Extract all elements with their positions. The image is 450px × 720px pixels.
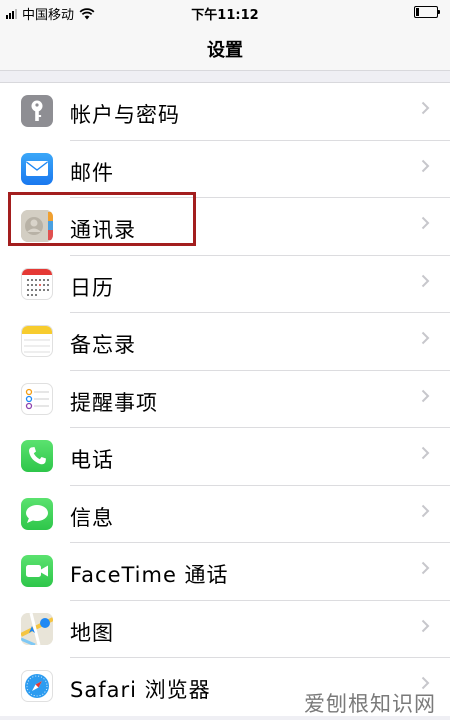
chevron-right-icon <box>421 159 430 172</box>
reminders-icon <box>21 382 53 415</box>
settings-row-label: 电话 <box>70 448 114 472</box>
chevron-right-icon <box>421 101 430 115</box>
settings-row-notes[interactable]: 备忘录 <box>0 313 450 371</box>
settings-row-label: 邮件 <box>70 160 114 185</box>
settings-row-label: Safari 浏览器 <box>70 678 211 702</box>
settings-row-reminders[interactable]: 提醒事项 <box>0 371 450 428</box>
maps-icon <box>21 612 53 645</box>
safari-icon <box>21 670 53 702</box>
facetime-icon <box>21 555 53 587</box>
key-icon <box>21 95 53 127</box>
settings-row-label: 提醒事项 <box>70 390 158 415</box>
settings-row-messages[interactable]: 信息 <box>0 486 450 543</box>
settings-row-label: FaceTime 通话 <box>70 563 229 587</box>
settings-row-mail[interactable]: 邮件 <box>0 141 450 198</box>
settings-row-calendar[interactable]: 日历 <box>0 256 450 313</box>
settings-row-label: 地图 <box>70 620 114 645</box>
chevron-right-icon <box>421 504 430 517</box>
calendar-icon <box>21 267 53 300</box>
phone-icon <box>21 440 53 472</box>
watermark-text: 爱刨根知识网 <box>304 692 436 716</box>
chevron-right-icon <box>421 331 430 345</box>
chevron-right-icon <box>421 216 430 230</box>
battery-icon <box>414 6 440 18</box>
chevron-right-icon <box>421 619 430 632</box>
mail-icon <box>21 152 53 185</box>
settings-row-phone[interactable]: 电话 <box>0 428 450 486</box>
status-time: 下午11:12 <box>191 8 259 23</box>
settings-row-label: 帐户与密码 <box>70 103 180 127</box>
chevron-right-icon <box>421 446 430 460</box>
settings-row-label: 日历 <box>70 275 114 300</box>
chevron-right-icon <box>421 389 430 402</box>
settings-list: 帐户与密码 邮件 通讯录 日历 备忘录 提醒事项 电话 信息 FaceTime … <box>0 82 450 716</box>
notes-icon <box>21 325 53 357</box>
settings-row-facetime[interactable]: FaceTime 通话 <box>0 543 450 601</box>
chevron-right-icon <box>421 561 430 575</box>
chevron-right-icon <box>421 274 430 287</box>
highlight-annotation-box <box>8 192 196 246</box>
settings-row-accounts[interactable]: 帐户与密码 <box>0 83 450 141</box>
settings-row-label: 信息 <box>70 505 114 530</box>
settings-row-label: 备忘录 <box>70 333 136 357</box>
status-bar: 中国移动 下午11:12 <box>0 0 450 24</box>
nav-bar: 设置 <box>0 24 450 71</box>
page-title: 设置 <box>207 40 243 61</box>
messages-icon <box>21 497 53 530</box>
settings-row-maps[interactable]: 地图 <box>0 601 450 658</box>
